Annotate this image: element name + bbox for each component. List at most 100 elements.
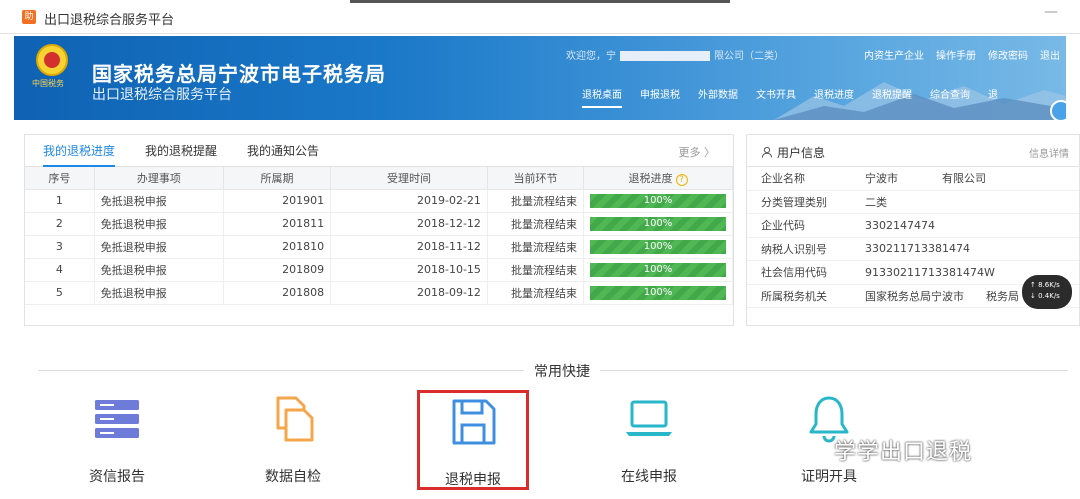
table-cell: 2018-10-15 — [330, 258, 488, 282]
table-cell: 2018-09-12 — [330, 281, 488, 305]
user-info-key: 所属税务机关 — [761, 289, 827, 303]
progress-panel: 我的退税进度 我的退税提醒 我的通知公告 更多 〉 序号 办理事项 所属期 受理… — [24, 134, 734, 326]
laptop-icon — [626, 400, 672, 436]
user-info-row: 企业代码 3302147474 — [747, 214, 1079, 238]
table-cell: 2 — [25, 212, 95, 236]
quick-data-selfcheck[interactable]: 数据自检 — [238, 388, 348, 488]
quick-access-title: 常用快捷 — [524, 361, 600, 381]
app-icon: 助 — [22, 10, 36, 24]
user-info-key: 社会信用代码 — [761, 266, 827, 280]
user-info-key: 企业代码 — [761, 219, 805, 233]
progress-bar: 100% — [590, 262, 726, 277]
table-cell: 免抵退税申报 — [94, 281, 224, 305]
user-info-value: 二类 — [865, 195, 887, 209]
table-cell: 免抵退税申报 — [94, 258, 224, 282]
header-banner: 中国税务 国家税务总局宁波市电子税务局 出口退税综合服务平台 欢迎您，宁 限公司（… — [14, 36, 1066, 120]
user-info-header: 用户信息 信息详情 — [747, 135, 1079, 167]
user-info-value: 3302147474 — [865, 218, 935, 232]
tab-my-progress[interactable]: 我的退税进度 — [43, 135, 116, 167]
col-item: 办理事项 — [94, 167, 224, 190]
user-info-key: 企业名称 — [761, 172, 805, 186]
more-link[interactable]: 更多 〉 — [679, 144, 716, 160]
nav-more[interactable]: 退 — [988, 86, 998, 108]
table-cell: 批量流程结束 — [487, 258, 585, 282]
user-icon — [762, 146, 772, 158]
table-row[interactable]: 4 免抵退税申报 201809 2018-10-15 批量流程结束 100% — [25, 258, 733, 282]
top-links: 内资生产企业 操作手册 修改密码 退出 — [864, 47, 1060, 62]
link-change-password[interactable]: 修改密码 — [988, 47, 1028, 62]
table-cell: 201809 — [223, 258, 332, 282]
user-info-value: 91330211713381474W — [865, 265, 995, 279]
user-detail-link[interactable]: 信息详情 — [1029, 145, 1069, 160]
col-index: 序号 — [25, 167, 95, 190]
progress-table: 序号 办理事项 所属期 受理时间 当前环节 退税进度? 1 免抵退税申报 20190… — [25, 167, 733, 305]
user-info-key: 分类管理类别 — [761, 195, 827, 209]
table-cell: 2018-11-12 — [330, 235, 488, 259]
table-cell: 5 — [25, 281, 95, 305]
table-cell: 201901 — [223, 189, 332, 213]
quick-refund-declare[interactable]: 退税申报 — [417, 390, 529, 490]
table-row[interactable]: 2 免抵退税申报 201811 2018-12-12 批量流程结束 100% — [25, 212, 733, 236]
user-info-value: 330211713381474 — [865, 242, 970, 256]
main-nav: 退税桌面 申报退税 外部数据 文书开具 退税进度 退税提醒 综合查询 退 — [582, 86, 998, 108]
table-cell: 免抵退税申报 — [94, 235, 224, 259]
welcome-text: 欢迎您，宁 限公司（二类） — [566, 51, 784, 62]
nav-refund-reminder[interactable]: 退税提醒 — [872, 86, 912, 108]
table-row[interactable]: 3 免抵退税申报 201810 2018-11-12 批量流程结束 100% — [25, 235, 733, 259]
nav-desktop[interactable]: 退税桌面 — [582, 86, 622, 108]
user-info-value: 国家税务总局宁波市 税务局 — [865, 289, 1019, 303]
nav-query[interactable]: 综合查询 — [930, 86, 970, 108]
user-info-key: 纳税人识别号 — [761, 242, 827, 256]
site-subtitle: 出口退税综合服务平台 — [92, 87, 232, 103]
site-title: 国家税务总局宁波市电子税务局 — [92, 62, 386, 86]
nav-external-data[interactable]: 外部数据 — [698, 86, 738, 108]
progress-bar: 100% — [590, 239, 726, 254]
user-info-row: 纳税人识别号 330211713381474 — [747, 238, 1079, 261]
col-stage: 当前环节 — [487, 167, 585, 190]
table-cell: 3 — [25, 235, 95, 259]
table-cell: 批量流程结束 — [487, 281, 585, 305]
network-speed-widget: ↑ 8.6K/s ↓ 0.4K/s — [1022, 275, 1072, 309]
col-progress: 退税进度? — [583, 167, 733, 190]
progress-bar: 100% — [590, 216, 726, 231]
col-accept-time: 受理时间 — [330, 167, 488, 190]
watermark-text: 学学出口退税 — [834, 440, 973, 465]
link-logout[interactable]: 退出 — [1040, 47, 1060, 62]
table-cell: 201810 — [223, 235, 332, 259]
server-stack-icon — [95, 400, 139, 438]
quick-online-declare[interactable]: 在线申报 — [594, 388, 704, 488]
table-cell: 4 — [25, 258, 95, 282]
quick-access-section: 常用快捷 资信报告 数据自检 退税申报 在线申报 证明开具 — [24, 340, 1080, 490]
user-info-title: 用户信息 — [761, 144, 825, 161]
nav-documents[interactable]: 文书开具 — [756, 86, 796, 108]
tab-my-notices[interactable]: 我的通知公告 — [247, 135, 319, 167]
table-cell: 201808 — [223, 281, 332, 305]
table-cell: 批量流程结束 — [487, 235, 585, 259]
table-cell: 2018-12-12 — [330, 212, 488, 236]
link-manual[interactable]: 操作手册 — [936, 47, 976, 62]
table-cell: 1 — [25, 189, 95, 213]
minimize-button[interactable]: — — [1044, 4, 1058, 20]
table-cell: 201811 — [223, 212, 332, 236]
title-bar: 助 出口退税综合服务平台 — — [0, 0, 1080, 34]
progress-tabs: 我的退税进度 我的退税提醒 我的通知公告 — [25, 135, 733, 167]
progress-bar: 100% — [590, 193, 726, 208]
table-cell: 批量流程结束 — [487, 189, 585, 213]
save-disk-icon — [452, 399, 496, 445]
nav-refund-progress[interactable]: 退税进度 — [814, 86, 854, 108]
top-divider — [350, 0, 730, 3]
tab-my-reminders[interactable]: 我的退税提醒 — [145, 135, 217, 167]
table-cell: 免抵退税申报 — [94, 212, 224, 236]
quick-credit-report[interactable]: 资信报告 — [62, 388, 172, 488]
table-cell: 免抵退税申报 — [94, 189, 224, 213]
col-period: 所属期 — [223, 167, 332, 190]
table-row[interactable]: 5 免抵退税申报 201808 2018-09-12 批量流程结束 100% — [25, 281, 733, 305]
table-row[interactable]: 1 免抵退税申报 201901 2019-02-21 批量流程结束 100% — [25, 189, 733, 213]
link-enterprise-type[interactable]: 内资生产企业 — [864, 47, 924, 62]
progress-bar: 100% — [590, 285, 726, 300]
nav-declare-refund[interactable]: 申报退税 — [640, 86, 680, 108]
user-info-row: 分类管理类别 二类 — [747, 191, 1079, 214]
help-icon[interactable]: ? — [675, 173, 688, 186]
chat-icon[interactable] — [1050, 100, 1066, 120]
table-cell: 2019-02-21 — [330, 189, 488, 213]
